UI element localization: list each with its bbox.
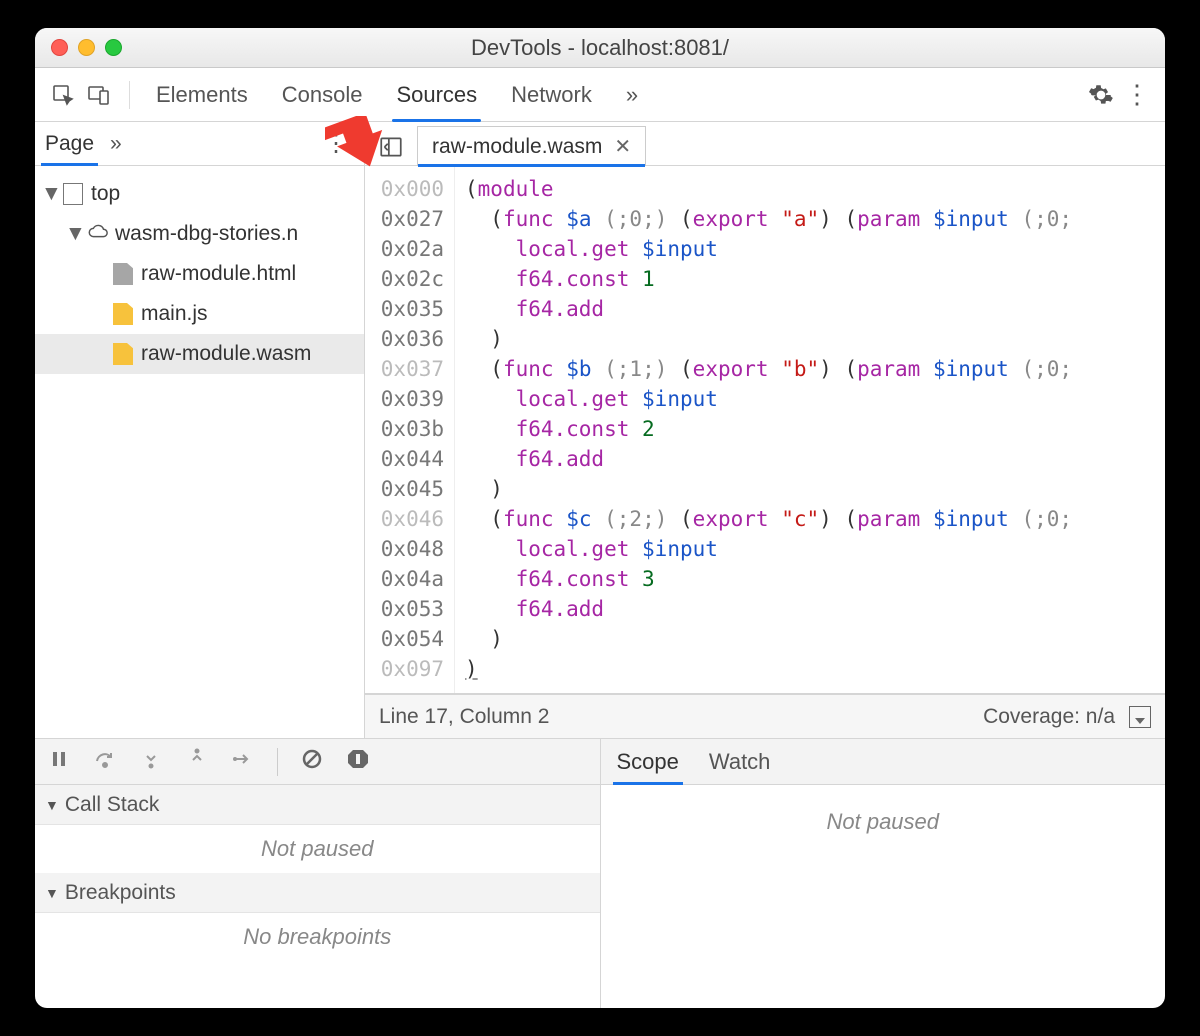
editor-tab-label: raw-module.wasm (432, 135, 602, 159)
more-menu-icon[interactable]: ⋮ (1123, 81, 1151, 109)
tree-domain[interactable]: ▼ wasm-dbg-stories.n (35, 214, 364, 254)
scope-tabs: Scope Watch (601, 739, 1166, 785)
tree-top-label: top (91, 182, 120, 206)
tree-file-mainjs[interactable]: main.js (35, 294, 364, 334)
coverage-label: Coverage: n/a (983, 705, 1115, 729)
close-tab-icon[interactable]: ✕ (614, 134, 631, 159)
debugger-pane: ▼ Call Stack Not paused ▼ Breakpoints No… (35, 738, 1165, 1008)
frame-icon (63, 183, 83, 205)
navigator-overflow[interactable]: » (110, 132, 122, 156)
debugger-left: ▼ Call Stack Not paused ▼ Breakpoints No… (35, 739, 601, 1008)
tab-watch[interactable]: Watch (709, 739, 771, 784)
js-file-icon (113, 343, 133, 365)
source-text: (module (func $a (;0;) (export "a") (par… (455, 166, 1165, 693)
navigator-pane: Page » ⋮ ▼ top ▼ wasm-dbg-stories.n (35, 122, 365, 738)
disclosure-triangle-icon: ▼ (45, 797, 59, 813)
tree-top-frame[interactable]: ▼ top (35, 174, 364, 214)
devtools-window: DevTools - localhost:8081/ Elements Cons… (35, 28, 1165, 1008)
tree-file-label: raw-module.wasm (141, 342, 311, 366)
tab-sources[interactable]: Sources (396, 68, 477, 121)
separator (129, 81, 130, 109)
callstack-title: Call Stack (65, 793, 160, 817)
navigator-more-icon[interactable]: ⋮ (318, 129, 354, 158)
navigator-tabs: Page » ⋮ (35, 122, 364, 166)
tree-domain-label: wasm-dbg-stories.n (115, 222, 298, 246)
callstack-body: Not paused (35, 825, 600, 873)
tree-file-label: raw-module.html (141, 262, 296, 286)
pause-on-exceptions-icon[interactable] (346, 747, 370, 777)
code-editor[interactable]: 0x0000x0270x02a0x02c0x0350x0360x0370x039… (365, 166, 1165, 694)
deactivate-breakpoints-icon[interactable] (300, 747, 324, 777)
tree-file-wasm[interactable]: raw-module.wasm (35, 334, 364, 374)
address-gutter: 0x0000x0270x02a0x02c0x0350x0360x0370x039… (365, 166, 455, 693)
pause-icon[interactable] (47, 747, 71, 777)
sources-middle: Page » ⋮ ▼ top ▼ wasm-dbg-stories.n (35, 122, 1165, 738)
tab-network[interactable]: Network (511, 68, 592, 121)
inspect-element-icon[interactable] (49, 81, 77, 109)
tabs-overflow[interactable]: » (626, 68, 638, 121)
editor-tabstrip: raw-module.wasm ✕ (365, 122, 1165, 166)
breakpoints-body: No breakpoints (35, 913, 600, 961)
disclosure-triangle-icon: ▼ (45, 885, 59, 901)
editor-pane: raw-module.wasm ✕ 0x0000x0270x02a0x02c0x… (365, 122, 1165, 738)
debugger-toolbar (35, 739, 600, 785)
main-toolbar: Elements Console Sources Network » ⋮ (35, 68, 1165, 122)
scope-body: Not paused (601, 785, 1166, 1008)
debugger-right: Scope Watch Not paused (601, 739, 1166, 1008)
window-title: DevTools - localhost:8081/ (35, 35, 1165, 61)
tree-file-html[interactable]: raw-module.html (35, 254, 364, 294)
editor-tab-rawmodule[interactable]: raw-module.wasm ✕ (417, 126, 646, 166)
step-icon[interactable] (231, 747, 255, 777)
tree-file-label: main.js (141, 302, 208, 326)
cloud-icon (87, 223, 107, 245)
step-into-icon[interactable] (139, 747, 163, 777)
tab-console[interactable]: Console (282, 68, 363, 121)
titlebar: DevTools - localhost:8081/ (35, 28, 1165, 68)
file-icon (113, 263, 133, 285)
step-over-icon[interactable] (93, 747, 117, 777)
breakpoints-title: Breakpoints (65, 881, 176, 905)
js-file-icon (113, 303, 133, 325)
breakpoints-header[interactable]: ▼ Breakpoints (35, 873, 600, 913)
tab-scope[interactable]: Scope (617, 739, 679, 784)
panel-tabs: Elements Console Sources Network » (156, 68, 638, 121)
tab-elements[interactable]: Elements (156, 68, 248, 121)
step-out-icon[interactable] (185, 747, 209, 777)
toggle-navigator-icon[interactable] (373, 129, 409, 165)
expand-down-icon[interactable] (1129, 706, 1151, 728)
file-tree: ▼ top ▼ wasm-dbg-stories.n raw-module.ht… (35, 166, 364, 382)
settings-gear-icon[interactable] (1087, 81, 1115, 109)
device-toggle-icon[interactable] (85, 81, 113, 109)
callstack-header[interactable]: ▼ Call Stack (35, 785, 600, 825)
cursor-position: Line 17, Column 2 (379, 705, 549, 729)
navigator-tab-page[interactable]: Page (45, 122, 94, 165)
separator (277, 748, 278, 776)
editor-statusbar: Line 17, Column 2 Coverage: n/a (365, 694, 1165, 738)
